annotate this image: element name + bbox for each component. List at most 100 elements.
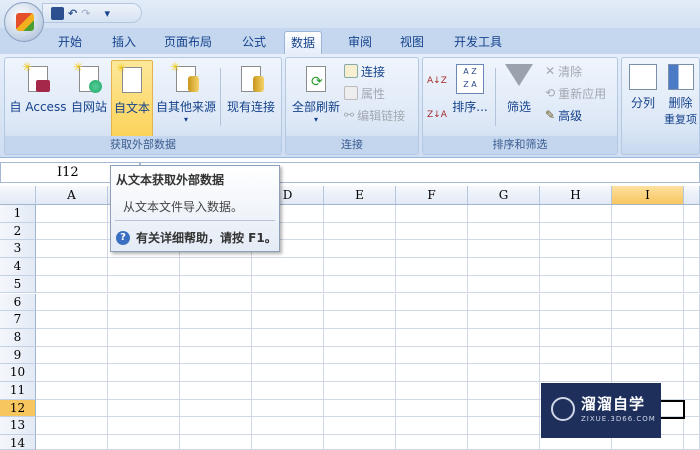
cell[interactable] (684, 275, 700, 294)
row-header-11[interactable]: 11 (0, 382, 36, 400)
cell[interactable] (468, 364, 540, 382)
tab-data[interactable]: 数据 (284, 31, 323, 54)
cell[interactable] (324, 328, 396, 347)
cell[interactable] (252, 417, 324, 436)
cell[interactable] (396, 417, 468, 436)
filter-button[interactable]: 筛选 (499, 60, 539, 134)
tab-developer[interactable]: 开发工具 (448, 31, 508, 54)
cell[interactable] (612, 258, 684, 276)
cell[interactable] (252, 399, 324, 418)
clear-button[interactable]: ✕ 清除 (545, 62, 582, 80)
undo-icon[interactable]: ↶ (68, 7, 77, 20)
cell[interactable] (684, 435, 700, 450)
cell[interactable] (324, 222, 396, 241)
row-header-10[interactable]: 10 (0, 364, 36, 382)
cell[interactable] (684, 240, 700, 259)
cell[interactable] (612, 205, 684, 223)
remove-duplicates-button[interactable]: 删除 重复项 (663, 60, 698, 134)
row-header-4[interactable]: 4 (0, 258, 36, 276)
cell[interactable] (468, 205, 540, 223)
cell[interactable] (36, 222, 108, 241)
cell[interactable] (468, 311, 540, 329)
cell[interactable] (468, 346, 540, 365)
cell[interactable] (396, 364, 468, 382)
cell[interactable] (108, 293, 180, 312)
cell[interactable] (36, 417, 108, 436)
properties-button[interactable]: 属性 (344, 84, 385, 102)
cell[interactable] (180, 417, 252, 436)
cell[interactable] (324, 382, 396, 400)
row-header-12[interactable]: 12 (0, 399, 36, 418)
cell[interactable] (540, 328, 612, 347)
cell[interactable] (36, 346, 108, 365)
column-header-F[interactable]: F (396, 186, 468, 205)
row-header-9[interactable]: 9 (0, 346, 36, 365)
row-header-7[interactable]: 7 (0, 311, 36, 329)
cell[interactable] (612, 240, 684, 259)
cell[interactable] (180, 258, 252, 276)
cell[interactable] (468, 399, 540, 418)
cell[interactable] (324, 435, 396, 450)
row-header-6[interactable]: 6 (0, 293, 36, 312)
cell[interactable] (612, 311, 684, 329)
row-header-3[interactable]: 3 (0, 240, 36, 259)
cell[interactable] (468, 382, 540, 400)
cell[interactable] (252, 293, 324, 312)
row-header-5[interactable]: 5 (0, 275, 36, 294)
text-to-columns-button[interactable]: 分列 (624, 60, 662, 134)
cell[interactable] (108, 435, 180, 450)
cell[interactable] (36, 293, 108, 312)
cell[interactable] (684, 258, 700, 276)
cell[interactable] (324, 205, 396, 223)
cell[interactable] (180, 399, 252, 418)
cell[interactable] (108, 258, 180, 276)
cell[interactable] (324, 293, 396, 312)
cell[interactable] (252, 346, 324, 365)
cell[interactable] (468, 417, 540, 436)
row-header-1[interactable]: 1 (0, 205, 36, 223)
cell[interactable] (612, 364, 684, 382)
column-header-A[interactable]: A (36, 186, 108, 205)
cell[interactable] (180, 293, 252, 312)
office-button[interactable] (4, 2, 44, 42)
row-header-14[interactable]: 14 (0, 435, 36, 450)
tab-review[interactable]: 审阅 (342, 31, 378, 54)
cell[interactable] (108, 311, 180, 329)
cell[interactable] (36, 205, 108, 223)
from-other-sources-button[interactable]: ✳ 自其他来源 ▾ (155, 60, 217, 134)
cell[interactable] (540, 222, 612, 241)
customize-qat-icon[interactable]: ▾ (104, 7, 110, 20)
cell[interactable] (180, 328, 252, 347)
cell[interactable] (684, 364, 700, 382)
cell[interactable] (36, 399, 108, 418)
cell[interactable] (324, 417, 396, 436)
cell[interactable] (252, 328, 324, 347)
cell[interactable] (468, 275, 540, 294)
cell[interactable] (540, 346, 612, 365)
column-header-next[interactable] (684, 186, 700, 205)
cell[interactable] (324, 399, 396, 418)
cell[interactable] (540, 258, 612, 276)
cell[interactable] (252, 382, 324, 400)
cell[interactable] (540, 275, 612, 294)
cell[interactable] (396, 205, 468, 223)
cell[interactable] (36, 240, 108, 259)
cell[interactable] (180, 275, 252, 294)
cell[interactable] (36, 382, 108, 400)
cell[interactable] (468, 240, 540, 259)
cell[interactable] (180, 364, 252, 382)
cell[interactable] (684, 311, 700, 329)
cell[interactable] (252, 311, 324, 329)
tab-page-layout[interactable]: 页面布局 (158, 31, 218, 54)
cell[interactable] (108, 346, 180, 365)
cell[interactable] (108, 275, 180, 294)
cell[interactable] (396, 328, 468, 347)
cell[interactable] (684, 417, 700, 436)
cell[interactable] (684, 293, 700, 312)
cell[interactable] (180, 311, 252, 329)
from-access-button[interactable]: ✳ 自 Access (7, 60, 69, 134)
cell[interactable] (684, 399, 700, 418)
cell[interactable] (324, 258, 396, 276)
existing-connections-button[interactable]: 现有连接 (223, 60, 279, 134)
cell[interactable] (468, 435, 540, 450)
